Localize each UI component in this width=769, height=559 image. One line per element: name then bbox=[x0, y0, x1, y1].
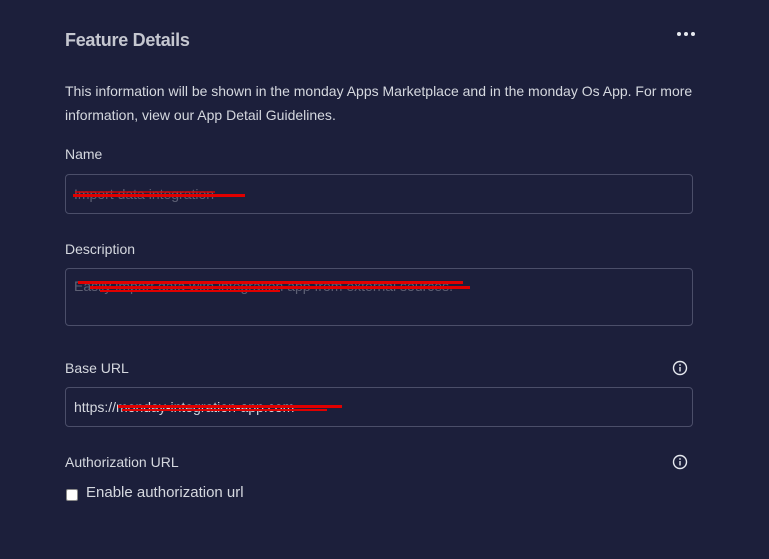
base-url-redaction bbox=[118, 405, 342, 408]
enable-authorization-url-checkbox[interactable] bbox=[66, 489, 78, 501]
description-line-2: information, view our bbox=[65, 107, 198, 123]
description-line-1: This information will be shown in the mo… bbox=[65, 83, 693, 99]
more-options-button[interactable] bbox=[672, 22, 700, 46]
section-title: Feature Details bbox=[65, 30, 190, 50]
enable-authorization-url-label[interactable]: Enable authorization url bbox=[86, 484, 244, 501]
app-detail-guidelines-link[interactable]: App Detail Guidelines bbox=[197, 107, 332, 123]
name-label: Name bbox=[65, 146, 103, 162]
info-icon[interactable] bbox=[672, 454, 688, 470]
name-redaction bbox=[73, 194, 245, 197]
info-icon[interactable] bbox=[672, 360, 688, 376]
description-textarea[interactable]: Easily import data with integration app … bbox=[65, 268, 693, 326]
section-description: This information will be shown in the mo… bbox=[65, 83, 693, 123]
description-label: Description bbox=[65, 241, 136, 257]
base-url-label: Base URL bbox=[65, 360, 129, 376]
description-redaction bbox=[78, 281, 463, 284]
feature-details-panel: Feature Details This information will be… bbox=[0, 0, 769, 559]
authorization-url-label: Authorization URL bbox=[65, 454, 179, 470]
more-horizontal-icon bbox=[676, 32, 697, 36]
